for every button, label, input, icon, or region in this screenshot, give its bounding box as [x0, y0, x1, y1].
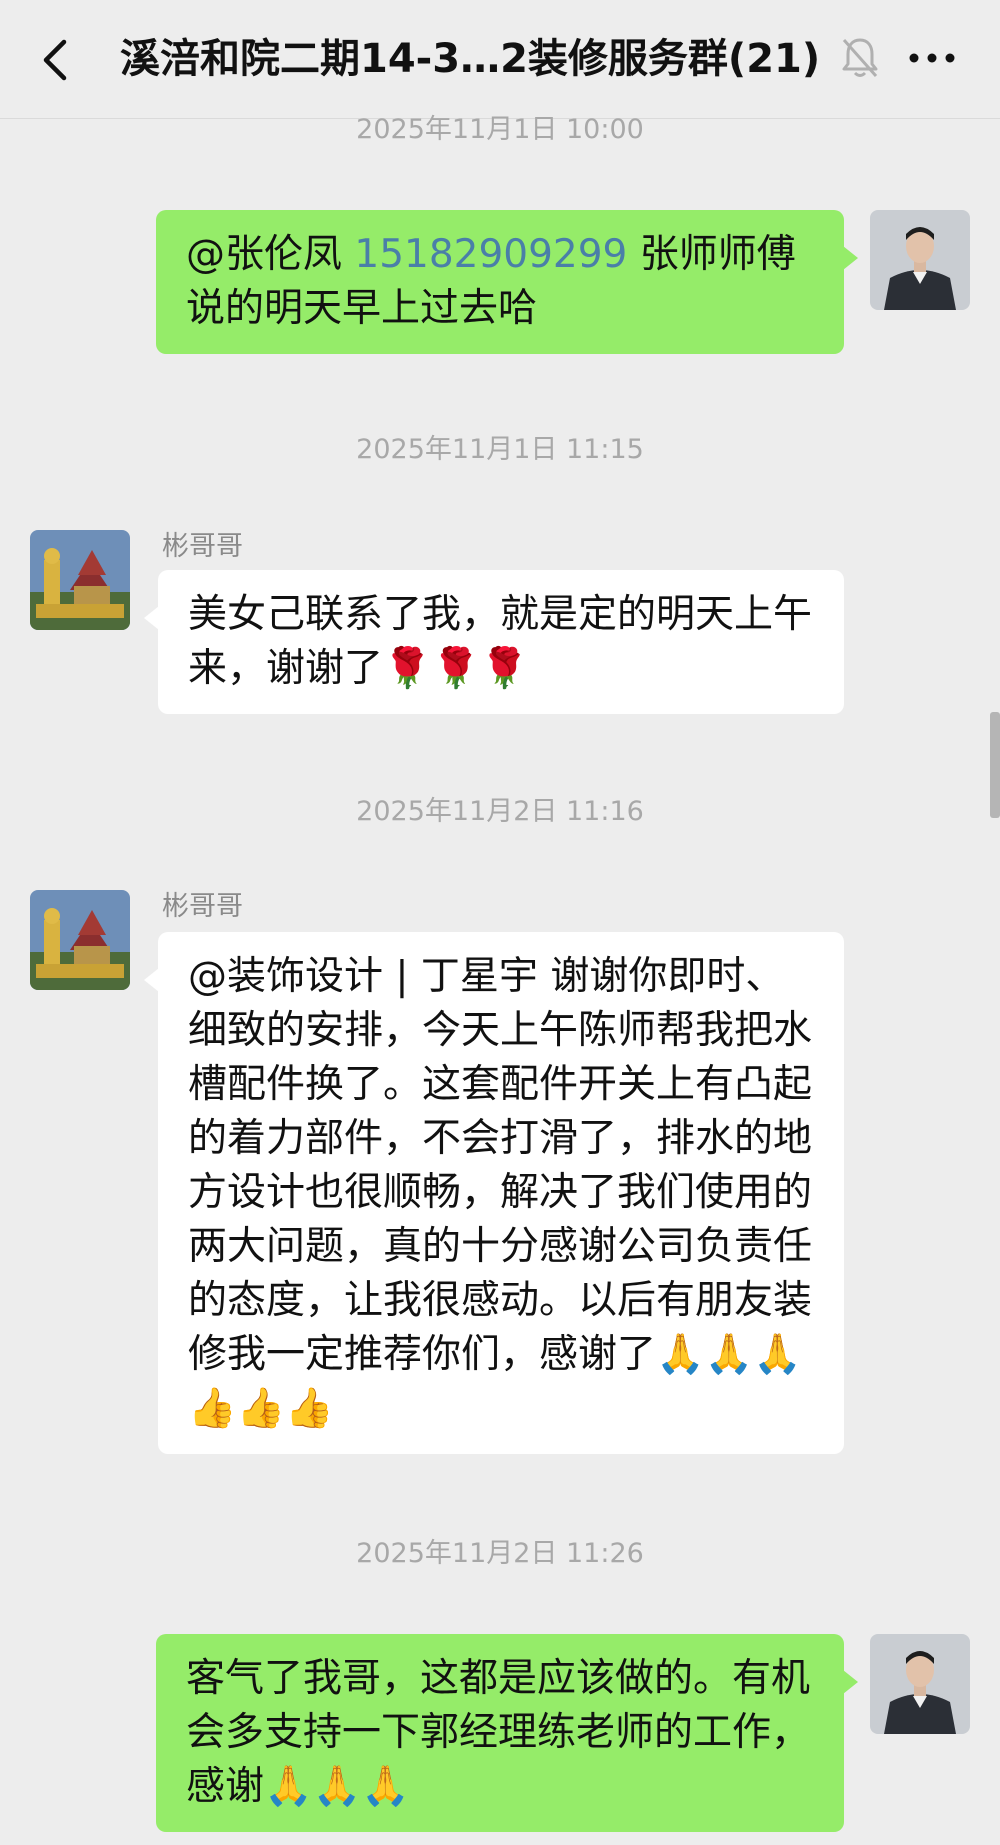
- sender-name: 彬哥哥: [162, 891, 243, 922]
- person-avatar-icon: [870, 210, 970, 310]
- chat-header: 溪涪和院二期14-3…2装修服务群(21): [0, 0, 1000, 119]
- more-button[interactable]: [904, 36, 960, 80]
- message-bubble-outgoing[interactable]: 客气了我哥，这都是应该做的。有机会多支持一下郭经理练老师的工作，感谢🙏🙏🙏: [156, 1634, 858, 1832]
- mute-indicator: [838, 34, 882, 82]
- chat-title: 溪涪和院二期14-3…2装修服务群(21): [120, 36, 821, 82]
- temple-photo-avatar: [30, 890, 130, 990]
- phone-number-link[interactable]: 15182909299: [354, 232, 627, 277]
- avatar-self[interactable]: [870, 1634, 970, 1734]
- sender-name: 彬哥哥: [162, 531, 243, 562]
- avatar-sender[interactable]: [30, 530, 130, 630]
- message-timestamp: 2025年11月2日 11:16: [356, 796, 644, 827]
- avatar-sender[interactable]: [30, 890, 130, 990]
- message-timestamp: 2025年11月2日 11:26: [356, 1538, 644, 1569]
- back-button[interactable]: [34, 30, 82, 90]
- message-text: 客气了我哥，这都是应该做的。有机会多支持一下郭经理练老师的工作，感谢🙏🙏🙏: [186, 1656, 811, 1809]
- message-timestamp: 2025年11月1日 11:15: [356, 434, 644, 465]
- message-timestamp: 2025年11月1日 10:00: [356, 114, 644, 145]
- message-bubble-outgoing[interactable]: @张伦凤 15182909299 张师师傅说的明天早上过去哈: [156, 210, 858, 354]
- temple-photo-avatar: [30, 530, 130, 630]
- more-dots-icon: [909, 53, 955, 63]
- message-bubble-incoming[interactable]: 美女己联系了我，就是定的明天上午来，谢谢了🌹🌹🌹: [144, 570, 844, 714]
- message-text: 美女己联系了我，就是定的明天上午来，谢谢了🌹🌹🌹: [188, 592, 813, 691]
- scrollbar[interactable]: [990, 712, 1000, 818]
- mention-text[interactable]: @张伦凤: [186, 232, 354, 277]
- avatar-self[interactable]: [870, 210, 970, 310]
- message-text: @装饰设计 | 丁星宇 谢谢你即时、细致的安排，今天上午陈师帮我把水槽配件换了。…: [188, 954, 813, 1431]
- message-bubble-incoming[interactable]: @装饰设计 | 丁星宇 谢谢你即时、细致的安排，今天上午陈师帮我把水槽配件换了。…: [144, 932, 844, 1454]
- person-avatar-icon: [870, 1634, 970, 1734]
- bell-off-icon: [842, 38, 878, 77]
- chevron-left-icon: [43, 39, 67, 81]
